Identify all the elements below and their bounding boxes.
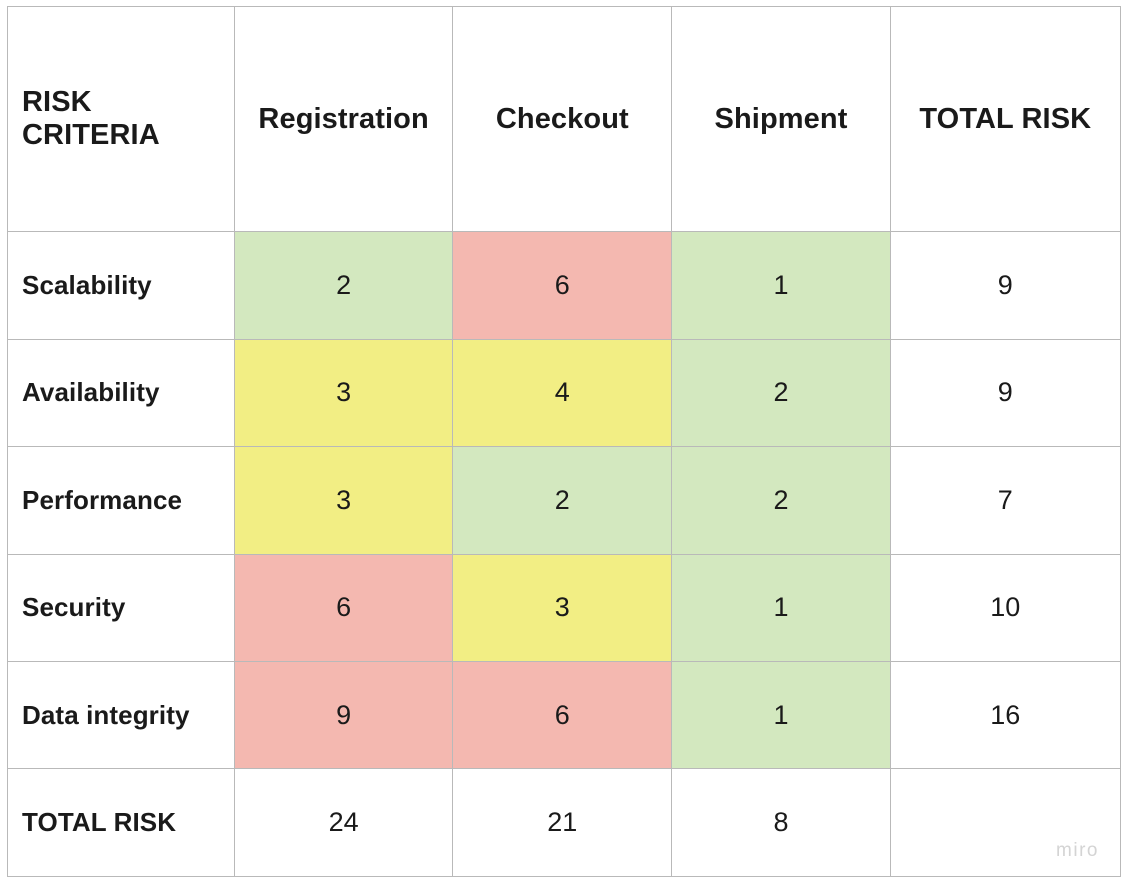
- row-label-data-integrity: Data integrity: [6, 660, 236, 770]
- column-header-checkout: Checkout: [452, 5, 673, 233]
- miro-watermark: miro: [1056, 840, 1099, 861]
- cell-performance-total: 7: [889, 446, 1122, 555]
- column-header-registration: Registration: [234, 5, 454, 233]
- cell-performance-checkout: 2: [452, 446, 673, 555]
- cell-performance-shipment: 2: [671, 446, 891, 555]
- cell-total-shipment: 8: [671, 768, 891, 877]
- cell-data-integrity-checkout: 6: [452, 660, 673, 770]
- cell-availability-checkout: 4: [452, 338, 673, 448]
- cell-security-checkout: 3: [452, 553, 673, 662]
- cell-data-integrity-shipment: 1: [671, 660, 891, 770]
- column-header-shipment: Shipment: [671, 5, 891, 233]
- cell-availability-total: 9: [889, 338, 1122, 448]
- table-totals-row: TOTAL RISK 24 21 8: [6, 768, 1122, 877]
- table-row: Availability 3 4 2 9: [6, 338, 1122, 448]
- cell-security-total: 10: [889, 553, 1122, 662]
- row-label-security: Security: [6, 553, 236, 662]
- row-label-performance: Performance: [6, 446, 236, 555]
- cell-total-checkout: 21: [452, 768, 673, 877]
- table-row: Performance 3 2 2 7: [6, 446, 1122, 555]
- row-label-scalability: Scalability: [6, 231, 236, 340]
- column-header-risk-criteria: RISK CRITERIA: [6, 5, 236, 233]
- row-label-total-risk: TOTAL RISK: [6, 768, 236, 877]
- cell-availability-shipment: 2: [671, 338, 891, 448]
- row-label-availability: Availability: [6, 338, 236, 448]
- cell-availability-registration: 3: [234, 338, 454, 448]
- cell-total-registration: 24: [234, 768, 454, 877]
- risk-matrix-container: RISK CRITERIA Registration Checkout Ship…: [0, 0, 1129, 885]
- risk-assessment-table: RISK CRITERIA Registration Checkout Ship…: [6, 5, 1122, 877]
- cell-scalability-total: 9: [889, 231, 1122, 340]
- cell-scalability-shipment: 1: [671, 231, 891, 340]
- table-row: Data integrity 9 6 1 16: [6, 660, 1122, 770]
- table-row: Scalability 2 6 1 9: [6, 231, 1122, 340]
- cell-data-integrity-registration: 9: [234, 660, 454, 770]
- cell-security-registration: 6: [234, 553, 454, 662]
- cell-scalability-checkout: 6: [452, 231, 673, 340]
- table-header-row: RISK CRITERIA Registration Checkout Ship…: [6, 5, 1122, 233]
- cell-scalability-registration: 2: [234, 231, 454, 340]
- cell-performance-registration: 3: [234, 446, 454, 555]
- table-row: Security 6 3 1 10: [6, 553, 1122, 662]
- column-header-total-risk: TOTAL RISK: [889, 5, 1122, 233]
- cell-data-integrity-total: 16: [889, 660, 1122, 770]
- cell-security-shipment: 1: [671, 553, 891, 662]
